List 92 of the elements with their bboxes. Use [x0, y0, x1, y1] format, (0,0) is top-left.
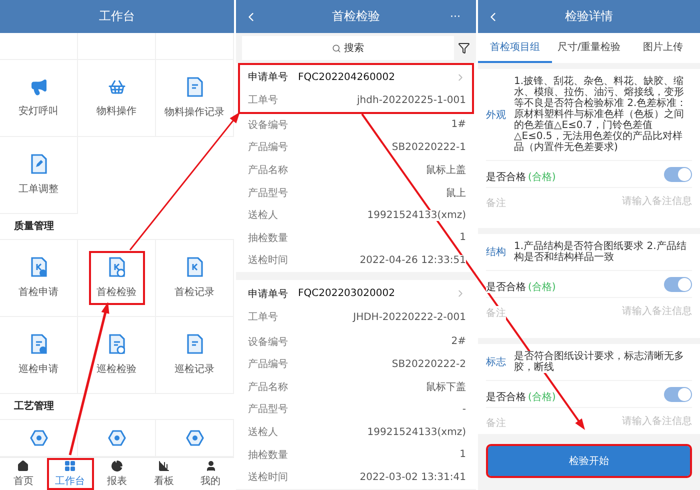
tab-bar-item[interactable]: 报表: [94, 458, 140, 490]
document-icon: [186, 334, 202, 354]
menu-tile[interactable]: 物料操作: [90, 74, 142, 122]
order-label: 申请单号: [248, 70, 288, 84]
field-label: 抽检数量: [248, 448, 288, 462]
field-label: 产品编号: [248, 357, 288, 372]
field-label: 送检时间: [248, 470, 288, 484]
field-value: 鼠标上盖: [426, 163, 466, 178]
tab-bar-item[interactable]: 工作台: [46, 458, 94, 490]
hexagon-icon: [186, 430, 204, 446]
field-value: 2022-04-26 12:33:51: [360, 254, 466, 266]
menu-tile[interactable]: 安灯呼叫: [12, 74, 64, 122]
field-label: 抽检数量: [248, 230, 288, 245]
field-value: jhdh-20220225-1-001: [357, 94, 466, 106]
check-item-name: 标志: [486, 356, 506, 369]
field-label: 工单号: [248, 93, 278, 108]
order-number: FQC202203020002: [298, 288, 395, 300]
field-value: SB20220222-2: [392, 358, 466, 370]
hexagon-icon: [108, 430, 126, 446]
pass-toggle[interactable]: [664, 166, 692, 182]
menu-tile[interactable]: 物料操作记录: [158, 73, 230, 123]
header-title: 工作台: [98, 8, 136, 25]
menu-tile[interactable]: 首检检验: [90, 252, 142, 303]
field-label: 送检人: [248, 208, 278, 222]
field-value: 19921524133(xmz): [367, 426, 466, 438]
tab[interactable]: 尺寸/重量检验: [552, 33, 626, 63]
pass-toggle[interactable]: [664, 276, 692, 292]
pass-result: (合格): [528, 282, 556, 292]
record-card[interactable]: 申请单号 FQC202204260002 工单号 jhdh-20220225-1-001 设备编号 1# 产品编号 SB20220222-1 产品名称 鼠标上盖 产品型号 鼠上 送检人 19921524133(xmz) 抽检数量 1 送检时间 2022-04-26 12:33:51: [236, 63, 476, 272]
field-label: 产品名称: [248, 380, 288, 394]
header-title: 首检检验: [331, 8, 381, 25]
user-icon: [204, 460, 217, 472]
field-value: 鼠上: [446, 186, 466, 200]
field-label: 送检人: [248, 425, 278, 440]
document-icon: [30, 256, 46, 277]
basket-icon: [108, 78, 126, 96]
field-label: 产品名称: [248, 163, 288, 178]
menu-tile[interactable]: 巡检记录: [168, 330, 220, 380]
document-icon: [108, 334, 124, 354]
menu-tile[interactable]: 工单调整: [12, 150, 64, 200]
pass-label: 是否合格: [486, 392, 526, 402]
document-icon: [30, 334, 46, 354]
grid-icon: [64, 460, 76, 472]
menu-tile[interactable]: 巡检检验: [90, 330, 142, 380]
document-icon: [30, 154, 46, 174]
pass-label: 是否合格: [486, 282, 526, 292]
tab-bar-item[interactable]: 看板: [140, 458, 188, 490]
pie-chart-icon: [110, 460, 123, 472]
search-field[interactable]: 搜索: [242, 36, 454, 60]
check-item-name: 外观: [486, 108, 506, 122]
field-label: 产品型号: [248, 402, 288, 416]
field-label: 产品编号: [248, 140, 288, 154]
record-card[interactable]: 申请单号 FQC202203020002 工单号 JHDH-20220222-2-001 设备编号 2# 产品编号 SB20220222-2 产品名称 鼠标下盖 产品型号 - 送检人 19921524133(xmz) 抽检数量 1 送检时间 2022-03-02 13:31:41: [236, 280, 476, 488]
megaphone-icon: [30, 78, 48, 96]
field-value: 2022-03-02 13:31:41: [360, 472, 466, 483]
menu-tile[interactable]: 巡检申请: [12, 330, 64, 380]
pass-label: 是否合格: [486, 172, 526, 182]
field-value: JHDH-20220222-2-001: [353, 312, 466, 323]
field-label: 工单号: [248, 310, 278, 324]
document-icon: [186, 77, 202, 97]
tab[interactable]: 首检项目组: [478, 33, 552, 63]
order-label: 申请单号: [248, 288, 288, 301]
remark-label: 备注: [486, 196, 506, 210]
field-label: 设备编号: [248, 334, 288, 349]
more-menu[interactable]: ···: [450, 10, 468, 23]
pass-toggle[interactable]: [664, 386, 692, 402]
pass-result: (合格): [528, 392, 556, 402]
tab-bar-item[interactable]: 我的: [187, 458, 234, 490]
document-icon: [108, 256, 124, 277]
field-value: 19921524133(xmz): [367, 210, 466, 221]
filter-icon[interactable]: [458, 42, 470, 54]
search-icon: [332, 44, 341, 52]
field-value: SB20220222-1: [392, 142, 466, 153]
header-title: 检验详情: [564, 8, 614, 25]
field-label: 产品型号: [248, 186, 288, 200]
tab-bar-item[interactable]: 首页: [0, 458, 47, 490]
document-icon: [186, 256, 202, 277]
order-number: FQC202204260002: [298, 72, 395, 82]
field-label: 设备编号: [248, 118, 288, 132]
bar-chart-icon: [158, 460, 170, 472]
remark-label: 备注: [486, 306, 506, 320]
check-item-name: 结构: [486, 246, 506, 259]
start-inspection-button[interactable]: 检验开始: [488, 446, 690, 476]
field-label: 送检时间: [248, 253, 288, 268]
hexagon-icon: [30, 430, 48, 446]
tab[interactable]: 图片上传: [626, 33, 700, 63]
menu-tile[interactable]: 首检记录: [168, 252, 220, 303]
remark-label: 备注: [486, 416, 506, 430]
home-icon: [17, 460, 30, 472]
field-value: 鼠标下盖: [426, 380, 466, 394]
pass-result: (合格): [528, 172, 556, 182]
menu-tile[interactable]: 首检申请: [12, 252, 64, 303]
